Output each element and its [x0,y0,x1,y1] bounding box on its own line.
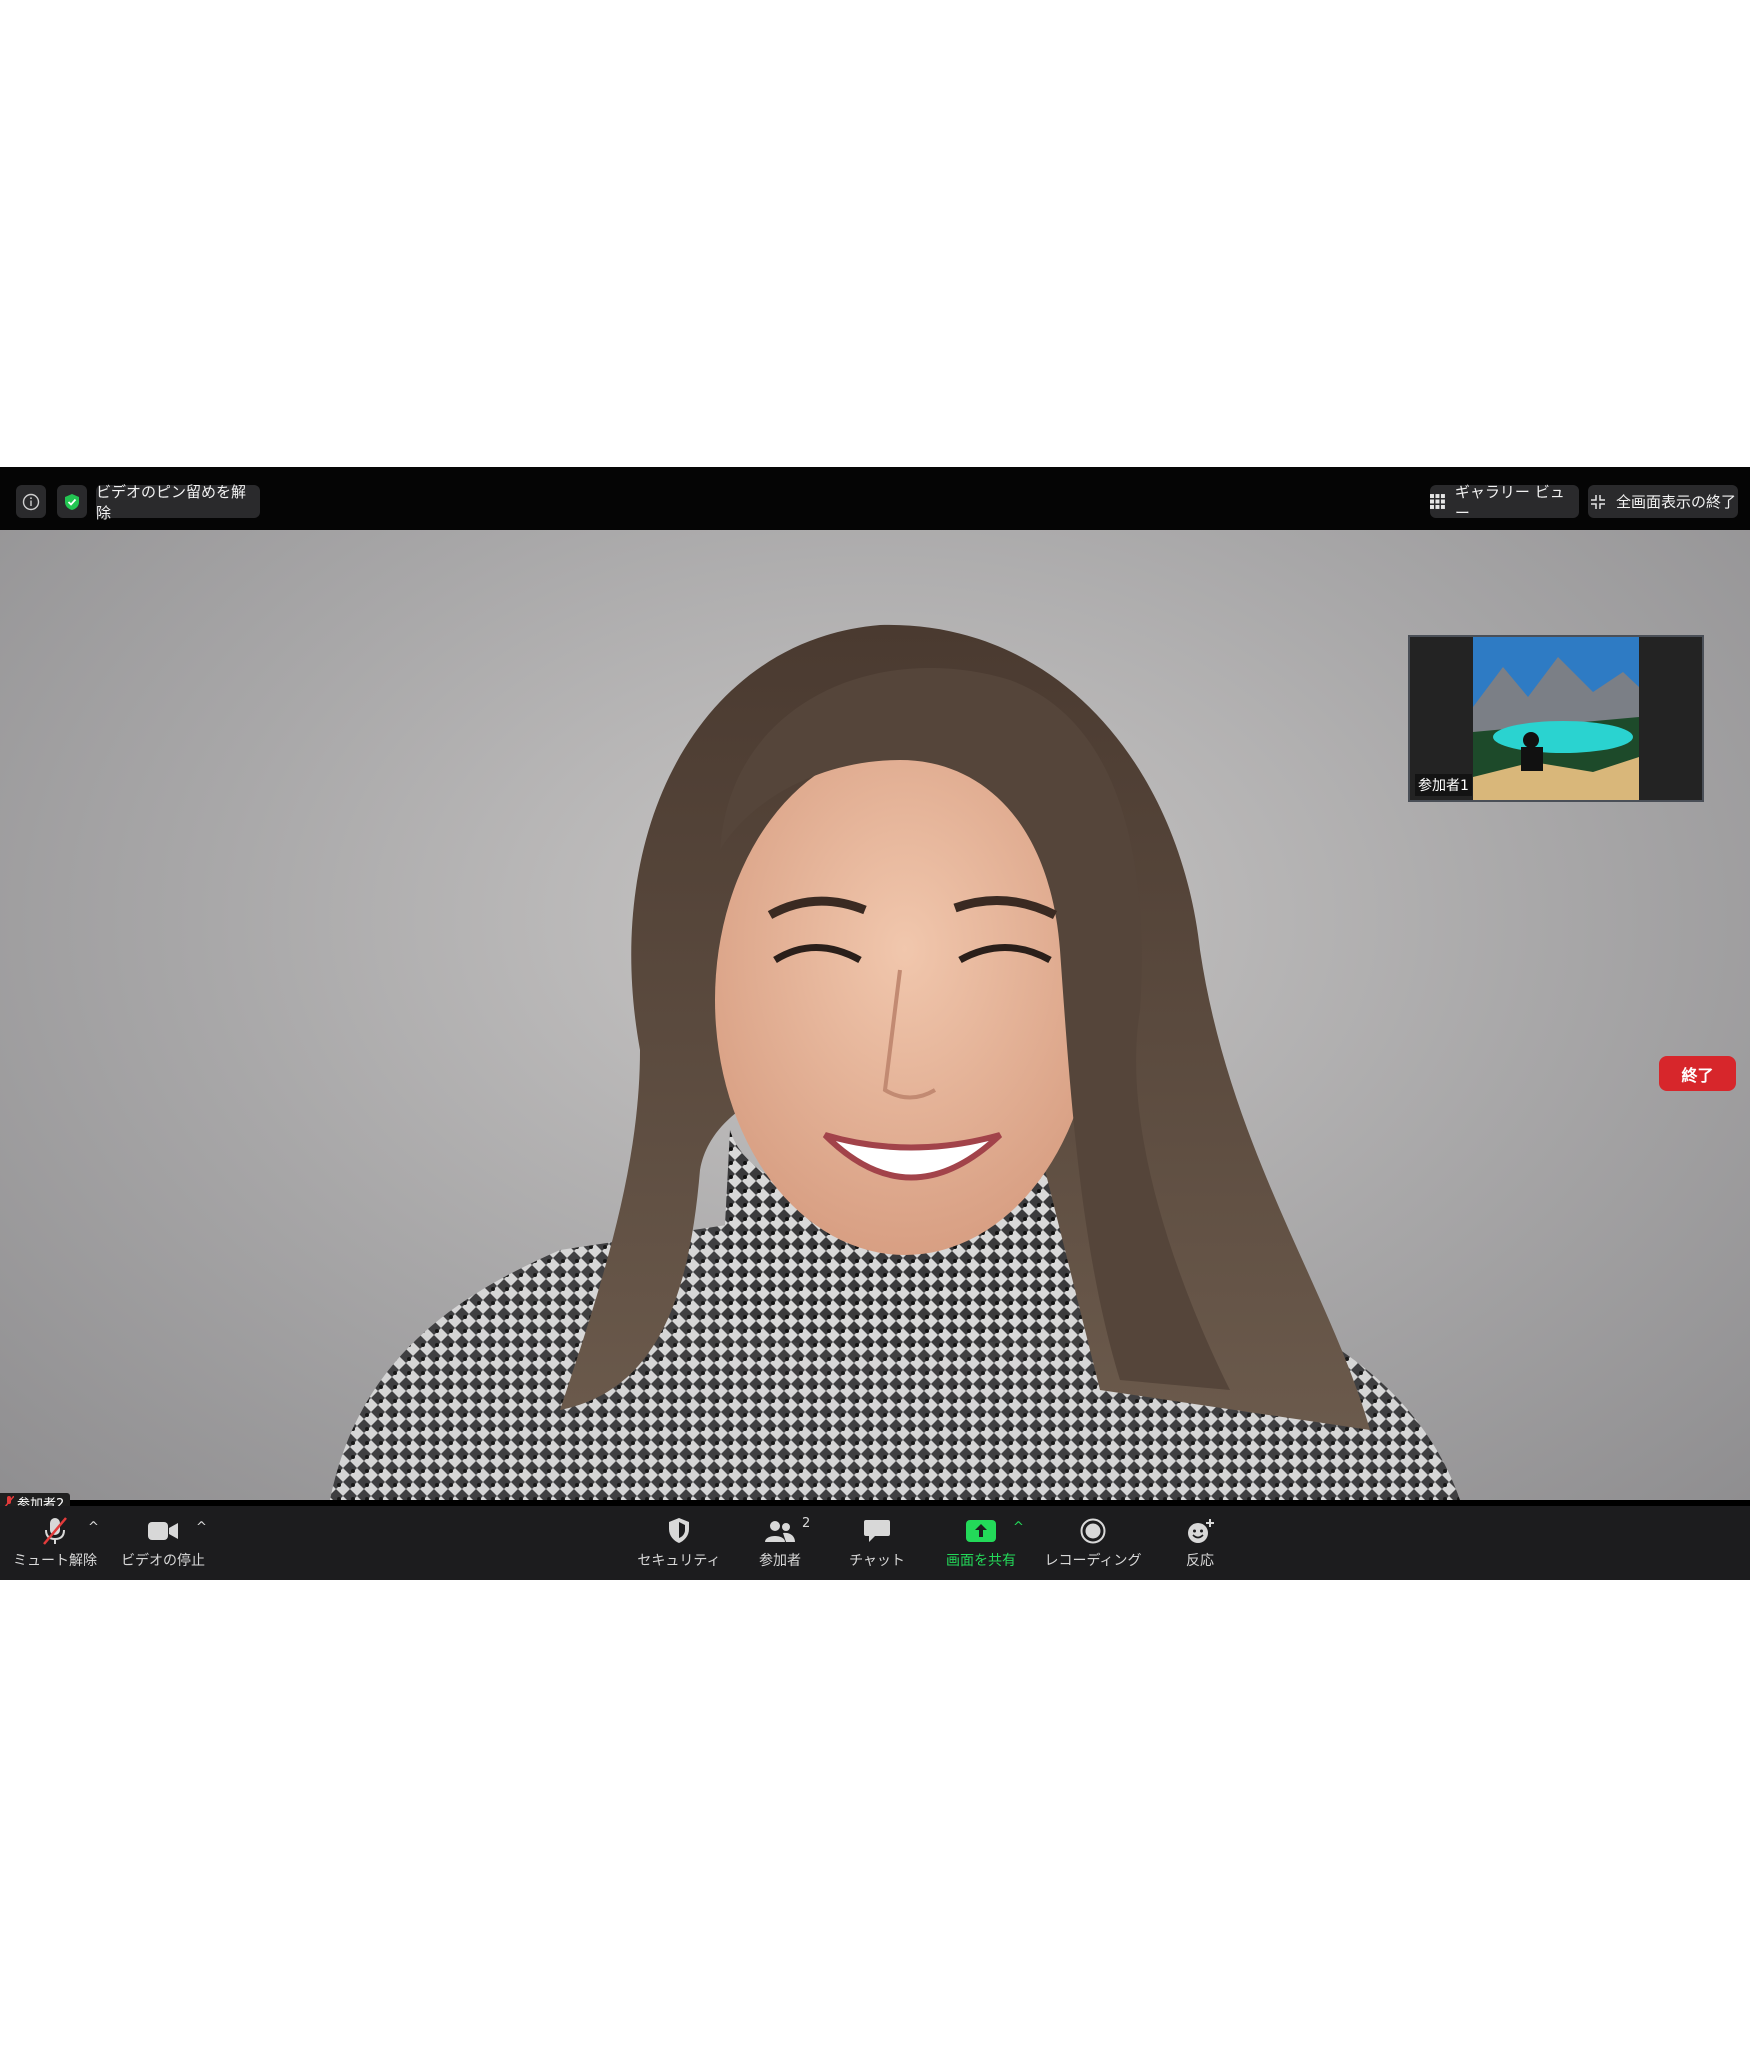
share-screen-icon [966,1520,996,1542]
muted-mic-icon [43,1517,67,1545]
video-options-caret[interactable]: ^ [196,1520,207,1535]
thumbnail-participant-name: 参加者1 [1415,774,1472,796]
unpin-video-label: ビデオのピン留めを解除 [96,482,247,522]
end-meeting-label: 終了 [1681,1065,1714,1085]
share-screen-label: 画面を共有 [946,1553,1016,1569]
meeting-toolbar: ミュート解除 ^ ビデオの停止 ^ セキュリティ 2 参加者 チャット 画面を共… [0,1506,1750,1580]
security-label: セキュリティ [637,1553,721,1569]
audio-options-caret[interactable]: ^ [88,1520,99,1535]
grid-icon [1430,494,1445,509]
chat-button[interactable]: チャット [842,1514,912,1570]
share-options-caret[interactable]: ^ [1013,1520,1024,1535]
participants-label: 参加者 [759,1553,801,1569]
reactions-label: 反応 [1186,1553,1214,1569]
unmute-label: ミュート解除 [13,1553,97,1569]
main-video: 参加者1 [0,530,1750,1500]
gallery-view-button[interactable]: ギャラリー ビュー [1430,483,1579,522]
unmute-button[interactable]: ミュート解除 [13,1514,97,1570]
gallery-view-label: ギャラリー ビュー [1454,482,1565,522]
record-button[interactable]: レコーディング [1040,1514,1146,1570]
smiley-plus-icon [1188,1519,1214,1543]
share-screen-button[interactable]: 画面を共有 [940,1514,1022,1570]
unpin-video-button[interactable]: ビデオのピン留めを解除 [96,483,260,522]
reactions-button[interactable]: 反応 [1175,1514,1225,1570]
stop-video-button[interactable]: ビデオの停止 [120,1514,206,1570]
thumbnail-landscape-image [1473,637,1639,800]
shield-icon [669,1518,689,1543]
exit-fullscreen-button[interactable]: 全画面表示の終了 [1588,485,1738,518]
record-label: レコーディング [1044,1553,1142,1569]
participants-button[interactable]: 2 参加者 [750,1514,810,1570]
participants-icon [765,1521,795,1542]
participants-count: 2 [802,1516,811,1531]
video-camera-icon [148,1522,178,1540]
exit-fullscreen-label: 全画面表示の終了 [1615,493,1736,511]
shield-check-icon [65,493,79,510]
end-meeting-button[interactable]: 終了 [1659,1056,1736,1091]
chat-bubble-icon [864,1520,890,1542]
stop-video-label: ビデオの停止 [121,1553,205,1569]
participant-thumbnail[interactable]: 参加者1 [1408,635,1704,802]
security-button[interactable]: セキュリティ [634,1514,724,1570]
record-icon [1080,1518,1106,1544]
info-button[interactable] [16,485,46,518]
chat-label: チャット [849,1553,905,1569]
exit-fullscreen-icon [1590,494,1605,509]
security-status-button[interactable] [57,485,87,518]
meeting-window: ビデオのピン留めを解除 ギャラリー ビュー 全画面表示の終了 参加者1 参加者2… [0,467,1750,1580]
top-bar: ビデオのピン留めを解除 ギャラリー ビュー 全画面表示の終了 [0,467,1750,530]
info-icon [22,493,40,510]
